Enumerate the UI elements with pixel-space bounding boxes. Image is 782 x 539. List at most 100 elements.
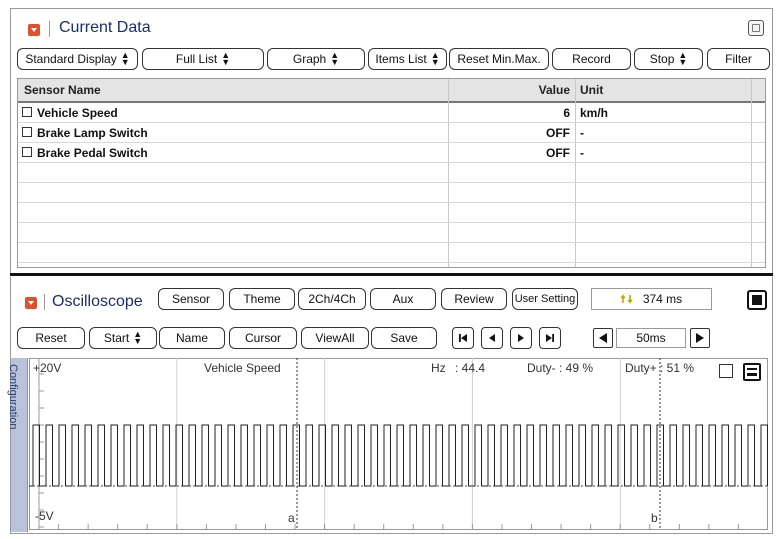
first-frame-button[interactable] xyxy=(452,327,474,349)
button-label: Filter xyxy=(725,52,752,66)
arrow-left-icon xyxy=(489,334,495,342)
button-label: Reset Min.Max. xyxy=(457,52,541,66)
frequency-value: : 44.4 xyxy=(455,361,486,375)
button-label: Stop xyxy=(649,52,675,66)
filter-button[interactable]: Filter xyxy=(707,48,770,70)
panel-title: Current Data xyxy=(59,19,151,36)
sensor-name: Vehicle Speed xyxy=(37,106,118,120)
restore-window-icon[interactable] xyxy=(748,20,764,36)
items-list-button[interactable]: Items List ▲ ▼ xyxy=(368,48,447,70)
triangle-right-icon xyxy=(696,333,704,343)
duty-plus-value: Duty+ : 51 % xyxy=(625,361,695,375)
timebase-increase-button[interactable] xyxy=(690,328,710,348)
table-row[interactable] xyxy=(18,223,765,243)
table-row[interactable] xyxy=(18,163,765,183)
title-separator xyxy=(49,21,50,37)
column-header-unit[interactable]: Unit xyxy=(580,79,603,101)
button-label: Start xyxy=(103,331,130,345)
full-list-button[interactable]: Full List ▲ ▼ xyxy=(142,48,264,70)
button-label: Items List xyxy=(375,52,427,66)
dropdown-arrows-icon: ▲ ▼ xyxy=(133,329,143,346)
name-button[interactable]: Name xyxy=(159,327,225,349)
stop-button[interactable]: Stop ▲ ▼ xyxy=(634,48,703,70)
dropdown-arrows-icon: ▲ ▼ xyxy=(678,50,688,67)
dropdown-arrows-icon: ▲ ▼ xyxy=(330,50,340,67)
dropdown-arrows-icon: ▲ ▼ xyxy=(430,50,440,67)
channel-settings-icon[interactable] xyxy=(743,363,761,381)
standard-display-button[interactable]: Standard Display ▲ ▼ xyxy=(17,48,138,70)
review-button[interactable]: Review xyxy=(441,288,507,310)
waveform-plot xyxy=(29,358,768,530)
sensor-unit: km/h xyxy=(580,106,609,120)
button-label: Standard Display xyxy=(25,52,117,66)
button-label: ViewAll xyxy=(315,331,355,345)
sensor-value: OFF xyxy=(546,126,570,140)
duty-minus-value: Duty- : 49 % xyxy=(527,361,594,375)
theme-button[interactable]: Theme xyxy=(229,288,295,310)
user-setting-button[interactable]: User Setting xyxy=(512,288,578,310)
table-row[interactable] xyxy=(18,203,765,223)
table-row[interactable] xyxy=(18,243,765,263)
configuration-tab-label: Configuration xyxy=(7,364,19,430)
sensor-table: Sensor Name Value Unit Vehicle Speed 6 km/… xyxy=(17,78,766,268)
channel-checkbox[interactable] xyxy=(719,364,733,378)
column-header-value[interactable]: Value xyxy=(448,79,570,101)
column-header-sensor-name[interactable]: Sensor Name xyxy=(24,79,101,101)
stop-square-icon[interactable] xyxy=(747,290,767,310)
last-frame-button[interactable] xyxy=(539,327,561,349)
row-checkbox[interactable] xyxy=(22,147,32,157)
button-label: Name xyxy=(175,331,208,345)
row-checkbox[interactable] xyxy=(22,127,32,137)
frequency-label: Hz xyxy=(431,361,446,375)
reset-min-max-button[interactable]: Reset Min.Max. xyxy=(449,48,549,70)
record-button[interactable]: Record xyxy=(552,48,631,70)
table-header: Sensor Name Value Unit xyxy=(18,79,765,103)
sensor-name: Brake Pedal Switch xyxy=(37,146,148,160)
time-readout-value: 374 ms xyxy=(642,292,683,306)
sensor-name: Brake Lamp Switch xyxy=(37,126,148,140)
arrow-right-icon xyxy=(518,334,524,342)
viewall-button[interactable]: ViewAll xyxy=(301,327,369,349)
collapse-icon[interactable] xyxy=(28,24,40,36)
y-min-label: -5V xyxy=(35,509,54,523)
button-label: Save xyxy=(390,331,418,345)
sensor-value: 6 xyxy=(563,106,570,120)
graph-button[interactable]: Graph ▲ ▼ xyxy=(267,48,365,70)
start-button[interactable]: Start ▲ ▼ xyxy=(89,327,157,349)
oscilloscope-display[interactable]: +20V -5V Vehicle Speed Hz : 44.4 Duty- :… xyxy=(29,358,768,530)
reset-button[interactable]: Reset xyxy=(17,327,85,349)
collapse-icon[interactable] xyxy=(25,297,37,309)
save-button[interactable]: Save xyxy=(371,327,437,349)
y-max-label: +20V xyxy=(33,361,62,375)
channel-name: Vehicle Speed xyxy=(204,361,281,375)
dropdown-arrows-icon: ▲ ▼ xyxy=(120,50,130,67)
panel-title: Oscilloscope xyxy=(52,293,143,310)
time-readout: 374 ms xyxy=(591,288,712,310)
skip-first-icon xyxy=(459,334,467,342)
previous-frame-button[interactable] xyxy=(481,327,503,349)
button-label: Cursor xyxy=(244,331,281,345)
table-row[interactable] xyxy=(18,183,765,203)
button-label: Reset xyxy=(35,331,67,345)
table-row[interactable]: Brake Lamp Switch OFF - xyxy=(18,123,765,143)
row-checkbox[interactable] xyxy=(22,107,32,117)
triangle-left-icon xyxy=(599,333,607,343)
sensor-unit: - xyxy=(580,146,584,160)
2ch-4ch-button[interactable]: 2Ch/4Ch xyxy=(298,288,366,310)
dropdown-arrows-icon: ▲ ▼ xyxy=(221,50,231,67)
panel-splitter[interactable] xyxy=(10,273,773,276)
table-row[interactable]: Brake Pedal Switch OFF - xyxy=(18,143,765,163)
sensor-button[interactable]: Sensor xyxy=(158,288,224,310)
cursor-button[interactable]: Cursor xyxy=(229,327,297,349)
button-label: Full List xyxy=(175,52,218,66)
aux-button[interactable]: Aux xyxy=(370,288,436,310)
sync-icon xyxy=(620,294,633,304)
table-row[interactable]: Vehicle Speed 6 km/h xyxy=(18,103,765,123)
sensor-unit: - xyxy=(580,126,584,140)
oscilloscope-panel: Oscilloscope Sensor Theme 2Ch/4Ch Aux Review… xyxy=(7,277,773,534)
skip-last-icon xyxy=(546,334,554,342)
cursor-a-label: a xyxy=(288,511,295,525)
next-frame-button[interactable] xyxy=(510,327,532,349)
timebase-field[interactable]: 50ms xyxy=(616,328,686,348)
timebase-decrease-button[interactable] xyxy=(593,328,613,348)
